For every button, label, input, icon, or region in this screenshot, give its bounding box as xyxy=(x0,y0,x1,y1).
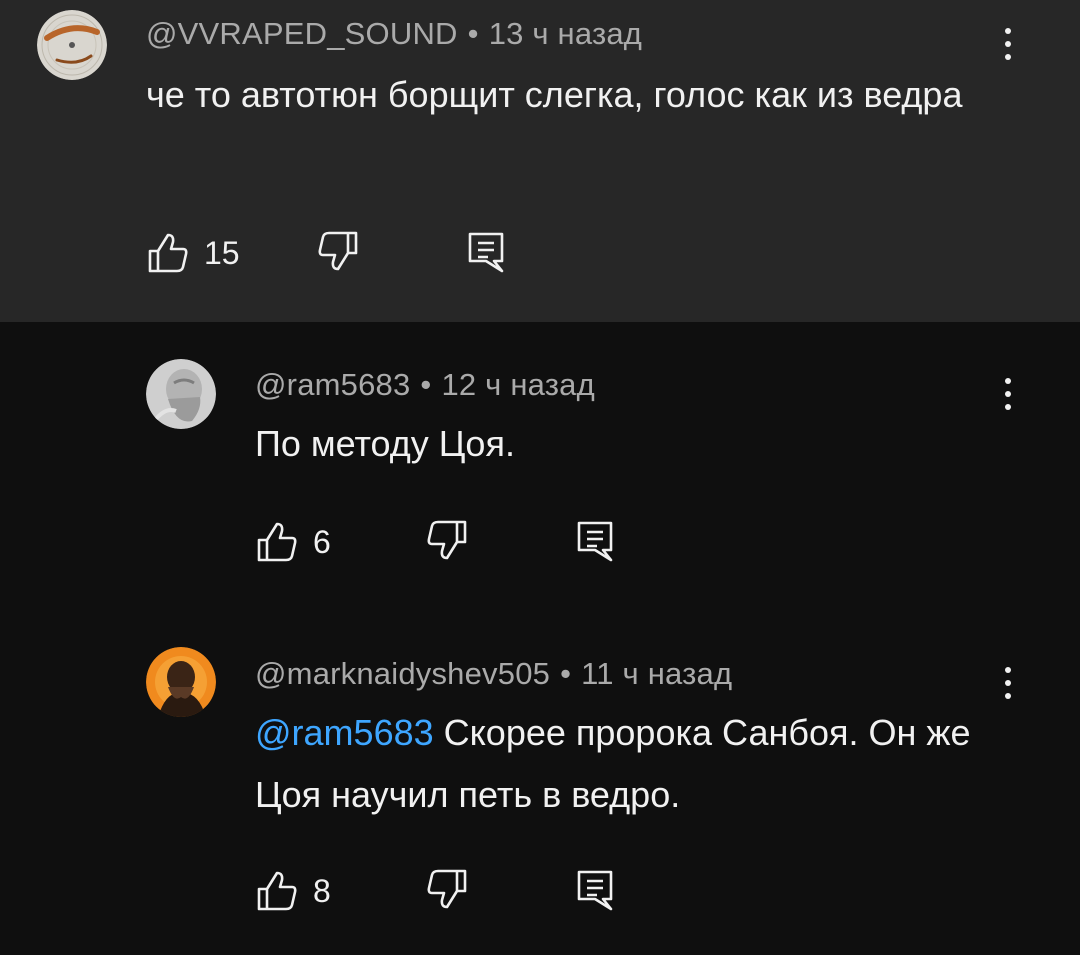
reply-icon[interactable] xyxy=(464,229,508,275)
comment-meta: @marknaidyshev505 • 11 ч назад xyxy=(255,656,732,692)
comment-time[interactable]: 12 ч назад xyxy=(441,367,594,402)
author-name[interactable]: @marknaidyshev505 xyxy=(255,656,550,691)
reply-icon[interactable] xyxy=(573,867,617,913)
vinyl-logo-avatar[interactable] xyxy=(37,10,107,80)
comment-text: По методу Цоя. xyxy=(255,423,515,464)
more-vertical-icon[interactable] xyxy=(993,369,1023,419)
user-mention-link[interactable]: @ram5683 xyxy=(255,712,434,753)
meta-separator: • xyxy=(420,367,432,402)
comment-actions: 15 xyxy=(146,229,546,279)
thumbs-up-icon[interactable] xyxy=(255,518,299,564)
comment-actions: 8 xyxy=(255,867,655,917)
like-count: 8 xyxy=(313,873,331,909)
thumbs-up-icon[interactable] xyxy=(146,229,190,275)
thumbs-down-icon[interactable] xyxy=(316,229,360,275)
comment-time[interactable]: 13 ч назад xyxy=(489,16,642,51)
more-vertical-icon[interactable] xyxy=(993,19,1023,69)
person-avatar[interactable] xyxy=(146,647,216,717)
comments-thread: @VVRAPED_SOUND • 13 ч назад че то автотюн … xyxy=(0,0,1080,955)
comment-time[interactable]: 11 ч назад xyxy=(581,656,732,691)
author-name[interactable]: @VVRAPED_SOUND xyxy=(146,16,458,51)
statue-avatar[interactable] xyxy=(146,359,216,429)
comment-meta: @ram5683 • 12 ч назад xyxy=(255,367,595,403)
meta-separator: • xyxy=(560,656,572,691)
comment-meta: @VVRAPED_SOUND • 13 ч назад xyxy=(146,16,642,52)
like-count: 6 xyxy=(313,524,331,560)
thumbs-down-icon[interactable] xyxy=(425,518,469,564)
thumbs-up-icon[interactable] xyxy=(255,867,299,913)
meta-separator: • xyxy=(467,16,479,51)
comment-actions: 6 xyxy=(255,518,655,568)
like-count: 15 xyxy=(204,235,240,271)
comment-reply: @marknaidyshev505 • 11 ч назад @ram5683 Ск… xyxy=(0,622,1080,955)
thumbs-down-icon[interactable] xyxy=(425,867,469,913)
comment-parent: @VVRAPED_SOUND • 13 ч назад че то автотюн … xyxy=(0,0,1080,322)
more-vertical-icon[interactable] xyxy=(993,658,1023,708)
reply-icon[interactable] xyxy=(573,518,617,564)
comment-text: че то автотюн борщит слегка, голос как и… xyxy=(146,74,963,115)
comment-reply: @ram5683 • 12 ч назад По методу Цоя. 6 xyxy=(0,322,1080,622)
comment-text: @ram5683 Скорее пророка Санбоя. Он же Цо… xyxy=(255,702,1015,826)
author-name[interactable]: @ram5683 xyxy=(255,367,410,402)
